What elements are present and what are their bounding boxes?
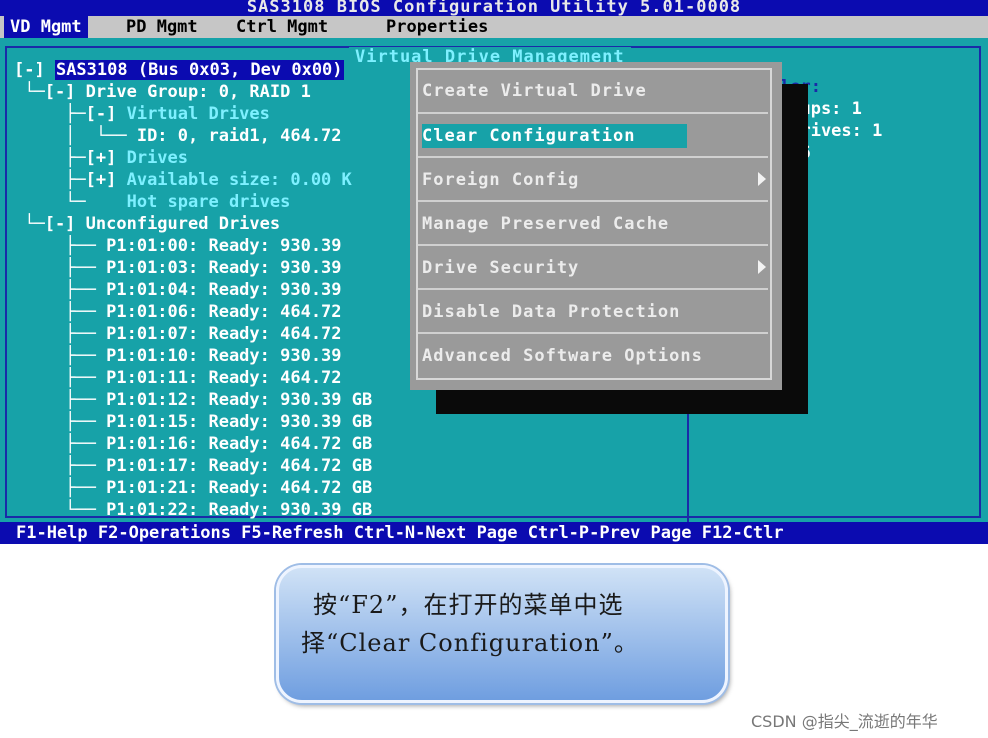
drive-label: P1:01:00: Ready: 930.39 [106,236,342,256]
menu-separator [418,288,768,290]
list-item[interactable]: ├── P1:01:07: Ready: 464.72 [14,323,342,345]
instruction-text: 按“F2”，在打开的菜单中选 择“Clear Configuration”。 [301,586,701,662]
menu-separator [418,332,768,334]
drive-label: P1:01:12: Ready: 930.39 GB [106,390,373,410]
tree-controller-label[interactable]: SAS3108 (Bus 0x03, Dev 0x00) [54,60,344,80]
instruction-line-1: 按“F2”，在打开的菜单中选 [313,591,624,619]
tree-vd-item-label: ID: 0, raid1, 464.72 [136,126,342,146]
tree-unconfigured-label: Unconfigured Drives [85,214,281,234]
drive-label: P1:01:06: Ready: 464.72 [106,302,342,322]
tab-properties[interactable]: Properties [380,16,494,38]
menu-item-disable-data-protection[interactable]: Disable Data Protection [422,300,680,324]
app-title: SAS3108 BIOS Configuration Utility 5.01-… [246,0,742,16]
status-bar: F1-Help F2-Operations F5-Refresh Ctrl-N-… [0,522,988,544]
drive-label: P1:01:07: Ready: 464.72 [106,324,342,344]
menu-item-drive-security[interactable]: Drive Security [422,256,579,280]
app-title-bar: SAS3108 BIOS Configuration Utility 5.01-… [0,0,988,16]
tab-pd-mgmt[interactable]: PD Mgmt [120,16,204,38]
chevron-right-icon [758,172,766,186]
instruction-line-2: 择“Clear Configuration”。 [301,629,639,657]
menu-bar: VD Mgmt PD Mgmt Ctrl Mgmt Properties [0,16,988,38]
menu-separator [418,200,768,202]
list-item[interactable]: ├── P1:01:16: Ready: 464.72 GB [14,433,372,455]
tree-drive-group[interactable]: └─[-] Drive Group: 0, RAID 1 [14,81,311,103]
drive-label: P1:01:21: Ready: 464.72 GB [106,478,373,498]
list-item[interactable]: ├── P1:01:06: Ready: 464.72 [14,301,342,323]
menu-separator [418,112,768,114]
drive-label: P1:01:15: Ready: 930.39 GB [106,412,373,432]
tab-ctrl-mgmt[interactable]: Ctrl Mgmt [230,16,334,38]
watermark: CSDN @指尖_流逝的年华 [751,712,938,731]
drive-label: P1:01:03: Ready: 930.39 [106,258,342,278]
menu-separator [418,244,768,246]
menu-item-create-virtual-drive[interactable]: Create Virtual Drive [422,79,647,103]
tree-available-size-label: Available size: 0.00 K [126,170,352,190]
tree-drives[interactable]: ├─[+] Drives [14,147,188,169]
tree-virtual-drives-label: Virtual Drives [126,104,270,124]
tree-virtual-drives[interactable]: ├─[-] Virtual Drives [14,103,270,125]
drive-label: P1:01:16: Ready: 464.72 GB [106,434,373,454]
menu-item-clear-configuration[interactable]: Clear Configuration [422,124,688,148]
tree-drives-label: Drives [126,148,189,168]
tree-vd-item[interactable]: │ └── ID: 0, raid1, 464.72 [14,125,342,147]
menu-item-foreign-config[interactable]: Foreign Config [422,168,579,192]
menu-item-advanced-software-options[interactable]: Advanced Software Options [422,344,703,368]
tree-unconfigured[interactable]: └─[-] Unconfigured Drives [14,213,280,235]
list-item[interactable]: ├── P1:01:03: Ready: 930.39 [14,257,342,279]
list-item[interactable]: ├── P1:01:21: Ready: 464.72 GB [14,477,372,499]
vd-management-screen: Virtual Drive Management ler: roups: 1 D… [0,38,988,522]
list-item[interactable]: ├── P1:01:12: Ready: 930.39 GB [14,389,372,411]
operations-menu: Create Virtual Drive Clear Configuration… [410,62,782,390]
list-item[interactable]: ├── P1:01:04: Ready: 930.39 [14,279,342,301]
list-item[interactable]: └── P1:01:22: Ready: 930.39 GB [14,499,372,521]
list-item[interactable]: ├── P1:01:11: Ready: 464.72 [14,367,342,389]
drive-label: P1:01:04: Ready: 930.39 [106,280,342,300]
tree-available-size[interactable]: ├─[+] Available size: 0.00 K [14,169,352,191]
drive-label: P1:01:10: Ready: 930.39 [106,346,342,366]
tab-vd-mgmt[interactable]: VD Mgmt [4,16,88,38]
list-item[interactable]: ├── P1:01:10: Ready: 930.39 [14,345,342,367]
list-item[interactable]: ├── P1:01:17: Ready: 464.72 GB [14,455,372,477]
chevron-right-icon [758,260,766,274]
list-item[interactable]: ├── P1:01:00: Ready: 930.39 [14,235,342,257]
tree-drive-group-label: Drive Group: 0, RAID 1 [85,82,311,102]
drive-label: P1:01:11: Ready: 464.72 [106,368,342,388]
instruction-callout: 按“F2”，在打开的菜单中选 择“Clear Configuration”。 [276,565,728,703]
tree-hot-spare[interactable]: └─ Hot spare drives [14,191,290,213]
list-item[interactable]: ├── P1:01:15: Ready: 930.39 GB [14,411,372,433]
menu-separator [418,156,768,158]
drive-label: P1:01:22: Ready: 930.39 GB [106,500,373,520]
drive-label: P1:01:17: Ready: 464.72 GB [106,456,373,476]
tree-hot-spare-label: Hot spare drives [126,192,291,212]
menu-item-manage-preserved-cache[interactable]: Manage Preserved Cache [422,212,669,236]
tree-controller[interactable]: [-] SAS3108 (Bus 0x03, Dev 0x00) [14,59,344,81]
